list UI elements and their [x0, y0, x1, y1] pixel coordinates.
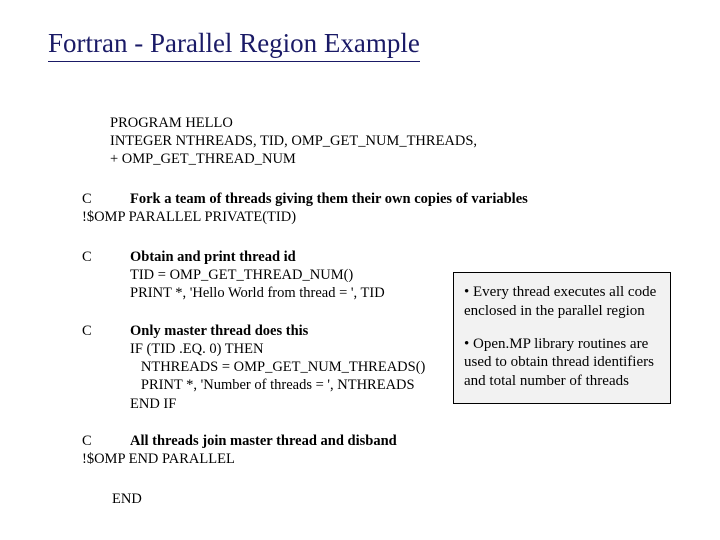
code-master-section: COnly master thread does this IF (TID .E… — [82, 322, 425, 413]
info-point-1: • Every thread executes all code enclose… — [464, 283, 660, 321]
info-box: • Every thread executes all code enclose… — [453, 272, 671, 404]
comment-marker: C — [82, 432, 130, 450]
master-comment: Only master thread does this — [130, 323, 308, 339]
code-end: END — [112, 490, 142, 508]
obtain-body: TID = OMP_GET_THREAD_NUM() PRINT *, 'Hel… — [130, 266, 385, 302]
master-body: IF (TID .EQ. 0) THEN NTHREADS = OMP_GET_… — [130, 340, 425, 413]
comment-marker: C — [82, 248, 130, 266]
fork-comment: Fork a team of threads giving them their… — [130, 191, 528, 207]
join-directive: !$OMP END PARALLEL — [82, 451, 235, 467]
comment-marker: C — [82, 190, 130, 208]
fork-directive: !$OMP PARALLEL PRIVATE(TID) — [82, 209, 296, 225]
obtain-comment: Obtain and print thread id — [130, 249, 296, 265]
slide-title: Fortran - Parallel Region Example — [48, 28, 420, 62]
join-comment: All threads join master thread and disba… — [130, 433, 397, 449]
code-join-section: CAll threads join master thread and disb… — [82, 432, 397, 468]
code-fork-section: CFork a team of threads giving them thei… — [82, 190, 528, 226]
comment-marker: C — [82, 322, 130, 340]
code-declarations: PROGRAM HELLO INTEGER NTHREADS, TID, OMP… — [110, 114, 477, 168]
info-point-2: • Open.MP library routines are used to o… — [464, 335, 660, 391]
code-obtain-section: CObtain and print thread id TID = OMP_GE… — [82, 248, 385, 302]
